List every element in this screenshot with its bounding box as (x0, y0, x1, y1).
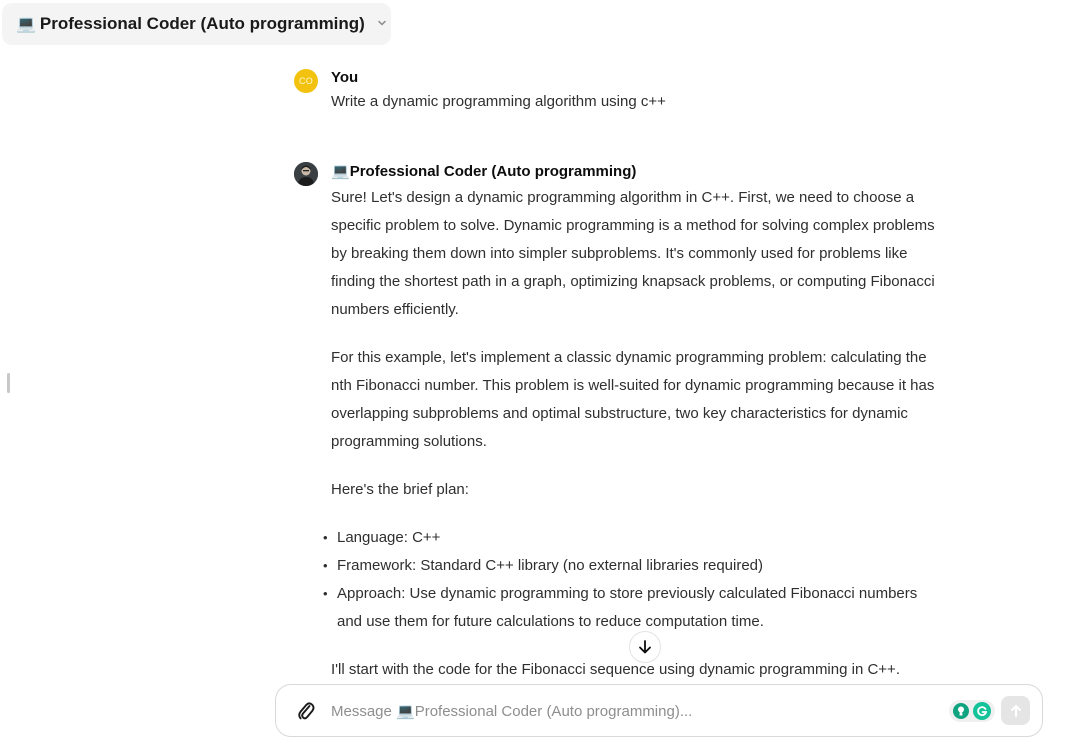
sender-name: You (331, 69, 359, 86)
plan-list: • Language: C++ • Framework: Standard C++ … (323, 524, 946, 636)
paperclip-icon (298, 702, 315, 720)
attach-button[interactable] (295, 699, 317, 723)
list-item-text: Language: C++ (337, 529, 441, 546)
message-text: Write a dynamic programming algorithm us… (331, 93, 666, 110)
extension-icons (949, 700, 995, 722)
message-paragraph: Here's the brief plan: (331, 481, 469, 498)
laptop-icon: 💻 (16, 16, 36, 33)
message-composer (275, 684, 1043, 737)
arrow-up-icon (1010, 704, 1021, 717)
laptop-icon: 💻 (331, 163, 350, 180)
message-body: Sure! Let's design a dynamic programming… (323, 184, 946, 704)
arrow-down-icon (639, 640, 651, 654)
chat-window: 💻 Professional Coder (Auto programming) … (0, 0, 1067, 742)
avatar: CO (294, 69, 318, 93)
model-selector[interactable]: 💻 Professional Coder (Auto programming) (2, 3, 391, 45)
chevron-down-icon (377, 17, 387, 31)
list-item-text: Approach: Use dynamic programming to sto… (337, 585, 918, 630)
message-paragraph: Sure! Let's design a dynamic programming… (331, 189, 935, 318)
sender-name: 💻Professional Coder (Auto programming) (331, 162, 636, 180)
list-item: • Approach: Use dynamic programming to st… (323, 580, 946, 636)
lightbulb-icon[interactable] (953, 703, 969, 719)
sender-name-text: Professional Coder (Auto programming) (349, 163, 637, 180)
grammarly-icon[interactable] (973, 702, 991, 720)
message-paragraph: For this example, let's implement a clas… (331, 349, 935, 450)
list-item: • Language: C++ (323, 524, 946, 552)
message-input[interactable] (331, 699, 931, 723)
bullet-icon: • (323, 530, 328, 545)
sidebar-resize-handle[interactable] (7, 373, 10, 393)
scroll-to-bottom-button[interactable] (629, 631, 661, 663)
bullet-icon: • (323, 586, 328, 601)
avatar (294, 162, 318, 186)
list-item-text: Framework: Standard C++ library (no exte… (337, 557, 764, 574)
bullet-icon: • (323, 558, 328, 573)
list-item: • Framework: Standard C++ library (no ext… (323, 552, 946, 580)
send-button[interactable] (1001, 696, 1030, 725)
model-name: Professional Coder (Auto programming) (39, 14, 365, 33)
